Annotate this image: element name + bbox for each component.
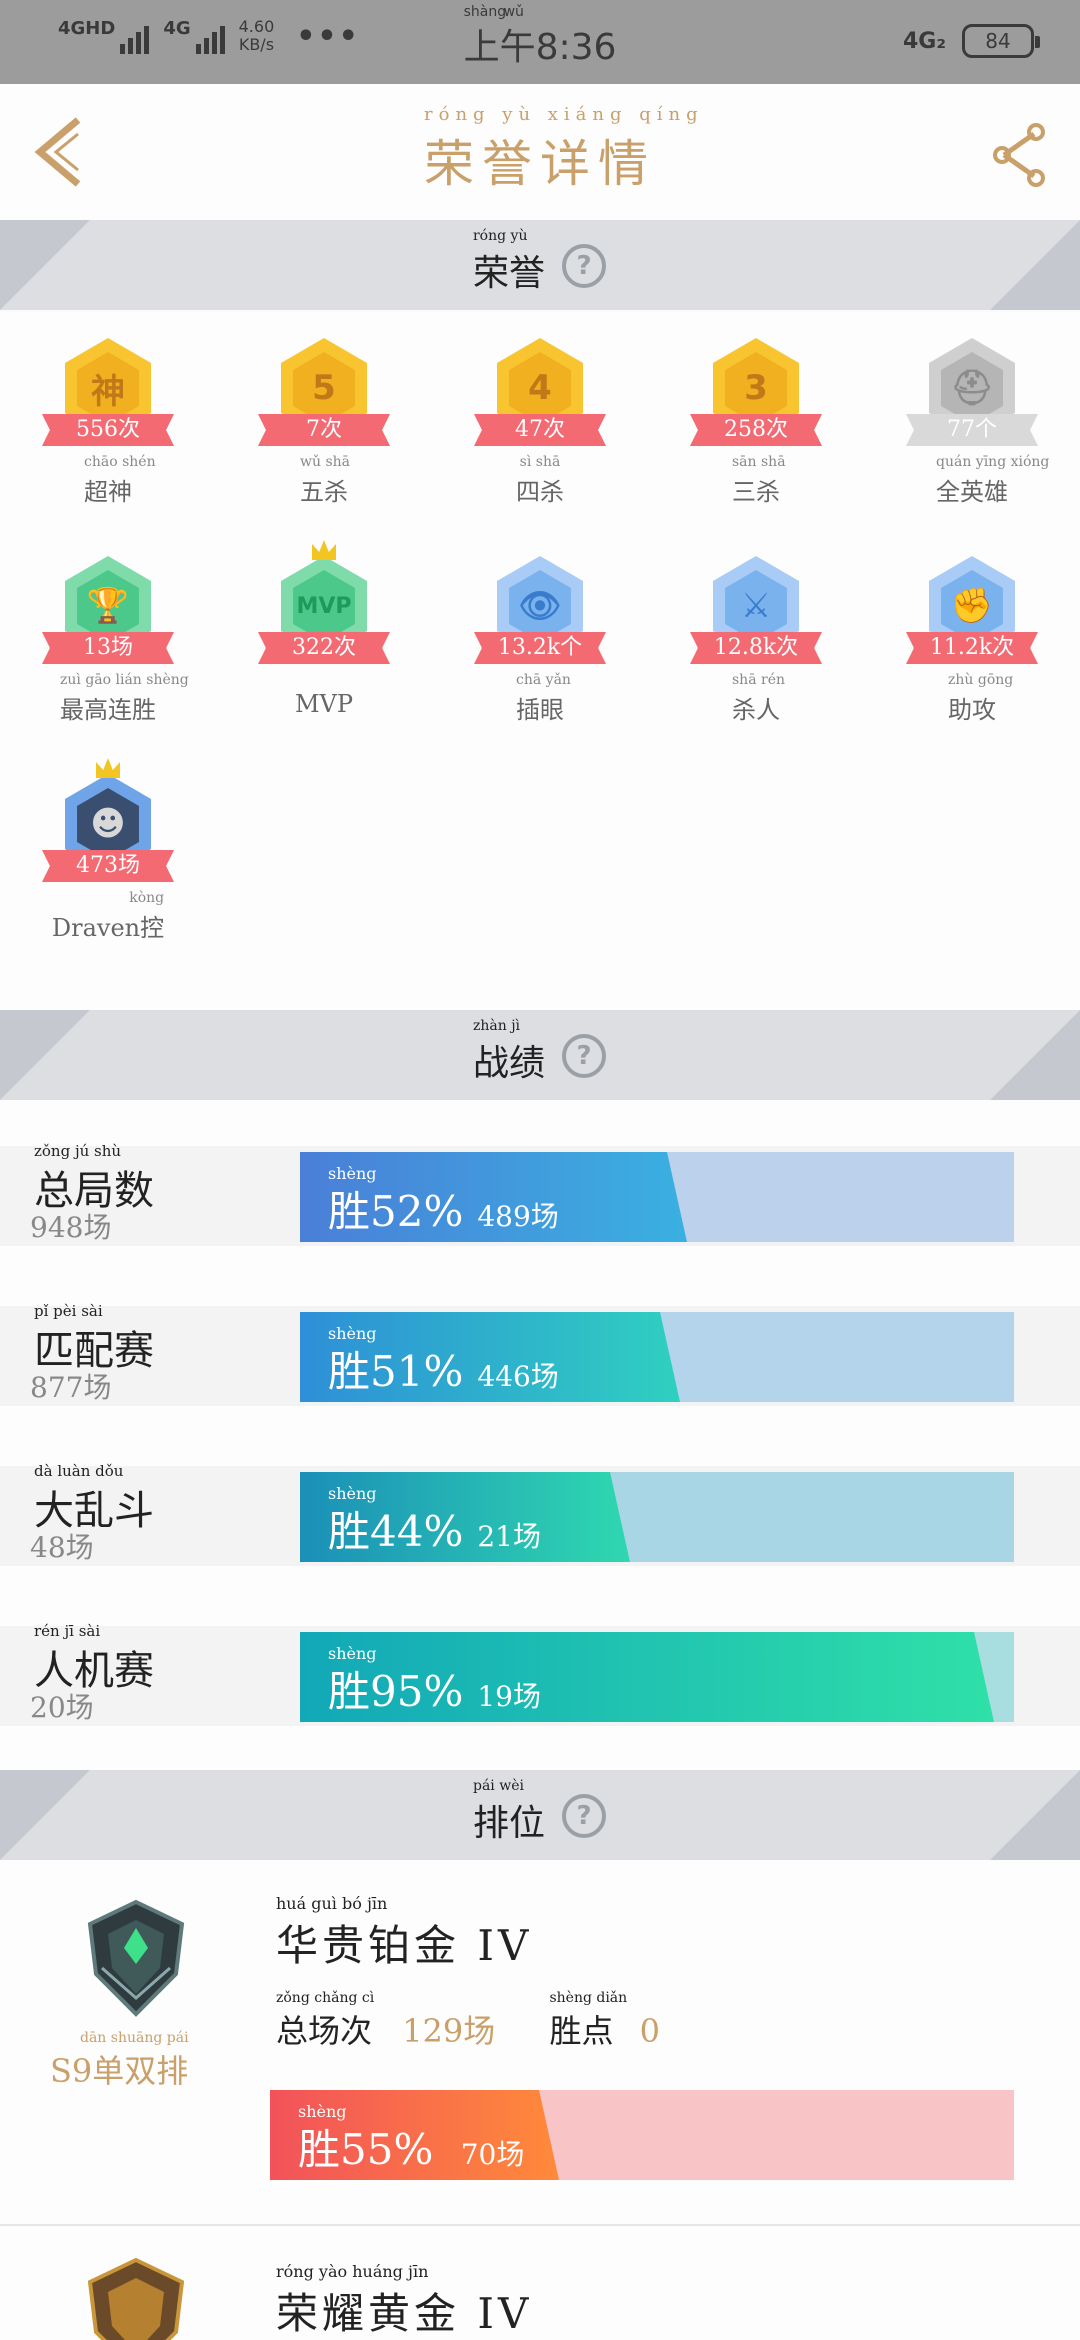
honor-item[interactable]: 3 258次 sān shā 三杀	[676, 312, 836, 512]
winrate-text: shèng 胜52% 489场	[328, 1164, 559, 1236]
honor-count: 13.2k个	[474, 632, 606, 664]
section-honor: róng yù 荣誉 ?	[0, 220, 1080, 310]
winrate-text: shèng 胜44% 21场	[328, 1484, 541, 1556]
winrate-bar: shèng 胜51% 446场	[300, 1312, 1014, 1402]
honor-item[interactable]: 5 7次 wǔ shā 五杀	[244, 312, 404, 512]
honor-help-icon[interactable]: ?	[562, 244, 606, 288]
honor-item[interactable]: 👁 13.2k个 chā yǎn 插眼	[460, 530, 620, 730]
honor-label: wǔ shā 五杀	[300, 454, 350, 506]
record-count: 877场	[30, 1371, 112, 1404]
winrate-bar: shèng 胜95% 19场	[300, 1632, 1014, 1722]
status-right: 4G₂ 84	[902, 24, 1040, 58]
honor-count: 12.8k次	[690, 632, 822, 664]
honor-label: chā yǎn 插眼	[516, 672, 571, 724]
honor-item[interactable]: ⛑ 77个 quán yīng xióng 全英雄	[892, 312, 1052, 512]
section-record-title: zhàn jì 战绩	[472, 1018, 545, 1084]
rank-tier: huá guì bó jīn 华贵铂金 IV	[276, 1894, 533, 1970]
record-row[interactable]: rén jī sài 人机赛 20场 shèng 胜95% 19场	[0, 1622, 1080, 1726]
honor-item[interactable]: 神 556次 chāo shén 超神	[28, 312, 188, 512]
winrate-text: shèng 胜51% 446场	[328, 1324, 559, 1396]
crown-icon	[96, 758, 120, 778]
honor-count: 7次	[258, 414, 390, 446]
honor-count: 322次	[258, 632, 390, 664]
record-count: 48场	[30, 1531, 94, 1564]
honor-count: 11.2k次	[906, 632, 1038, 664]
honor-item[interactable]: ☻ 473场 kòng Draven控	[28, 748, 188, 948]
rank-queue-label: dān shuāng pái S9单双排	[50, 2030, 189, 2090]
honor-count: 258次	[690, 414, 822, 446]
honor-count: 13场	[42, 632, 174, 664]
rank-winrate-bar: shèng 胜55% 70场	[270, 2090, 1014, 2180]
record-list: zǒng jú shù 总局数 948场 shèng 胜52% 489场 pǐ pèi sà…	[0, 1100, 1080, 1770]
header: róng yù xiáng qíng 荣誉详情	[0, 84, 1080, 220]
rank-panel: dān shuāng pái S9单双排 huá guì bó jīn 华贵铂金…	[0, 1860, 1080, 2340]
winrate-bar: shèng 胜44% 21场	[300, 1472, 1014, 1562]
page-title: róng yù xiáng qíng 荣誉详情	[424, 104, 704, 193]
section-honor-title: róng yù 荣誉	[472, 228, 545, 294]
rank-winrate-text: shèng 胜55% 70场	[298, 2102, 525, 2174]
honor-label: zhù gōng 助攻	[948, 672, 1014, 724]
rank-meta: zǒng chǎng cì 总场次 129场 shèng diǎn 胜点 0	[276, 1990, 660, 2050]
honor-label: shā rén 杀人	[732, 672, 785, 724]
rank-divider	[0, 2224, 1080, 2226]
status-bar: 4GHD 4G 4.60 KB/s ••• shàng wǔ 上午8:36 4G…	[0, 0, 1080, 84]
crown-icon	[312, 540, 336, 560]
honor-item[interactable]: 🏆 13场 zuì gāo lián shèng 最高连胜	[28, 530, 189, 730]
honor-item[interactable]: ⚔ 12.8k次 shā rén 杀人	[676, 530, 836, 730]
section-rank: pái wèi 排位 ?	[0, 1770, 1080, 1860]
honor-count: 556次	[42, 414, 174, 446]
battery-icon: 84	[962, 24, 1040, 58]
section-rank-title: pái wèi 排位	[472, 1778, 545, 1844]
honor-item[interactable]: ✊ 11.2k次 zhù gōng 助攻	[892, 530, 1052, 730]
honor-item[interactable]: MVP 322次 MVP	[244, 530, 404, 730]
total-games-label: 总场次	[276, 2012, 373, 2050]
platinum-emblem-icon	[87, 1899, 185, 2017]
record-row[interactable]: zǒng jú shù 总局数 948场 shèng 胜52% 489场	[0, 1142, 1080, 1246]
record-count: 20场	[30, 1691, 94, 1724]
honor-label: MVP	[294, 690, 354, 718]
honor-count: 473场	[42, 850, 174, 882]
rank-help-icon[interactable]: ?	[562, 1794, 606, 1838]
honor-label: chāo shén 超神	[84, 454, 156, 506]
rank-tier-2: róng yào huáng jīn 荣耀黄金 IV	[276, 2262, 533, 2338]
total-games-value: 129场	[402, 2012, 496, 2050]
gold-emblem-icon	[87, 2257, 185, 2340]
network-type-right: 4G₂	[902, 28, 946, 54]
record-row[interactable]: dà luàn dǒu 大乱斗 48场 shèng 胜44% 21场	[0, 1462, 1080, 1566]
record-count: 948场	[30, 1211, 112, 1244]
winrate-bar: shèng 胜52% 489场	[300, 1152, 1014, 1242]
honor-label: sān shā 三杀	[732, 454, 786, 506]
honor-label: sì shā 四杀	[516, 454, 564, 506]
honor-grid: 神 556次 chāo shén 超神 5 7次 wǔ shā 五杀 4 47次 sì shā 四杀 3…	[0, 312, 1080, 1010]
winrate-text: shèng 胜95% 19场	[328, 1644, 541, 1716]
record-help-icon[interactable]: ?	[562, 1034, 606, 1078]
section-record: zhàn jì 战绩 ?	[0, 1010, 1080, 1100]
honor-label: kòng Draven控	[51, 890, 165, 942]
league-points-value: 0	[639, 2012, 660, 2050]
honor-label: zuì gāo lián shèng 最高连胜	[60, 672, 189, 724]
record-row[interactable]: pǐ pèi sài 匹配赛 877场 shèng 胜51% 446场	[0, 1302, 1080, 1406]
league-points-label: 胜点	[549, 2012, 614, 2050]
title-pinyin: róng yù xiáng qíng	[424, 104, 704, 125]
honor-label: quán yīng xióng 全英雄	[936, 454, 1050, 506]
honor-item[interactable]: 4 47次 sì shā 四杀	[460, 312, 620, 512]
share-icon[interactable]	[990, 120, 1050, 190]
honor-count: 77个	[906, 414, 1038, 446]
honor-count: 47次	[474, 414, 606, 446]
